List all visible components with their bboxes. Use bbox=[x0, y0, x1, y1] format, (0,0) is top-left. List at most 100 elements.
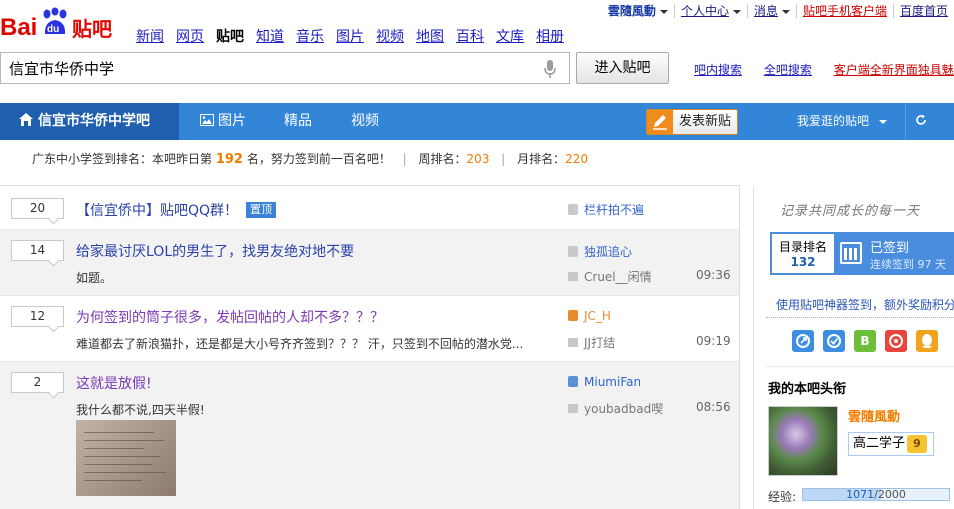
mobile-client-link[interactable]: 贴吧手机客户端 bbox=[795, 4, 893, 18]
divider bbox=[766, 366, 954, 367]
user-icon bbox=[568, 204, 578, 215]
thread-author[interactable]: 独孤追心 bbox=[568, 243, 632, 260]
last-replier-name: youbadbad喫 bbox=[584, 402, 664, 416]
right-sidebar: 记录共同成长的每一天 目录排名 132 已签到 连续签到 97 天 使用贴吧神器… bbox=[753, 186, 954, 509]
thread-title[interactable]: 为何签到的筒子很多，发帖回帖的人却不多？？？ bbox=[76, 307, 384, 327]
last-reply-time: 08:56 bbox=[696, 400, 731, 414]
author-name: MiumiFan bbox=[584, 375, 642, 389]
baidu-tieba-logo[interactable]: Bai du 贴吧 bbox=[0, 4, 122, 44]
nav-item-0[interactable]: 新闻 bbox=[136, 26, 164, 46]
app-sync-icon[interactable] bbox=[823, 330, 845, 352]
tab-pictures[interactable]: 图片 bbox=[200, 103, 246, 140]
reply-bubble-icon bbox=[568, 338, 578, 347]
thread-abstract: 我什么都不说,四天半假! bbox=[76, 403, 205, 417]
last-reply-time: 09:36 bbox=[696, 268, 731, 282]
reply-count: 12 bbox=[11, 306, 64, 327]
app-share-icon[interactable] bbox=[792, 330, 814, 352]
tab-featured[interactable]: 精品 bbox=[284, 103, 312, 140]
refresh-button[interactable] bbox=[905, 103, 935, 140]
messages-menu[interactable]: 消息 bbox=[746, 4, 796, 18]
signed-in-button[interactable]: 已签到 连续签到 97 天 bbox=[834, 234, 954, 273]
author-name: 栏杆拍不遍 bbox=[584, 203, 645, 217]
user-bar: 雲隨風動 个人中心 消息 贴吧手机客户端 百度首页 bbox=[602, 4, 954, 18]
nav-item-2[interactable]: 贴吧 bbox=[216, 26, 244, 46]
reply-count: 20 bbox=[11, 198, 64, 219]
paw-icon: du bbox=[43, 7, 67, 35]
forum-home-tab[interactable]: 信宜市华侨中学吧 bbox=[0, 103, 179, 140]
nav-item-8[interactable]: 百科 bbox=[456, 26, 484, 46]
sidebar-username[interactable]: 雲隨風動 bbox=[848, 406, 900, 425]
last-replier[interactable]: youbadbad喫 bbox=[568, 400, 663, 417]
exp-text: 1071/2000 bbox=[803, 489, 949, 500]
user-icon bbox=[568, 376, 578, 387]
client-promo-link[interactable]: 客户端全新界面独具魅力 bbox=[834, 61, 954, 78]
sign-rank[interactable]: 目录排名 132 bbox=[772, 234, 834, 273]
forum-nav: 信宜市华侨中学吧 图片 精品 视频 发表新贴 我爱逛的贴吧 bbox=[0, 103, 954, 140]
thread-abstract: 如题。 bbox=[76, 271, 113, 285]
sign-rank-line: 广东中小学签到排名：本吧昨日第 192 名，努力签到前一百名吧！ | 周排名：2… bbox=[32, 152, 589, 167]
last-replier-name: Cruel__闲情 bbox=[584, 270, 652, 284]
author-name: JC_H bbox=[584, 309, 611, 323]
thread-title-text: 【信宜侨中】贴吧QQ群！ bbox=[76, 203, 239, 219]
last-replier[interactable]: Cruel__闲情 bbox=[568, 268, 652, 285]
thread-author[interactable]: 栏杆拍不遍 bbox=[568, 201, 644, 218]
thread-author[interactable]: JC_H bbox=[568, 309, 611, 323]
rank-suffix: 名，努力签到前一百名吧！ bbox=[246, 152, 391, 166]
enter-forum-button[interactable]: 进入贴吧 bbox=[576, 52, 669, 84]
nav-item-5[interactable]: 图片 bbox=[336, 26, 364, 46]
tab-videos[interactable]: 视频 bbox=[351, 103, 379, 140]
thread-title[interactable]: 给家最讨厌LOL的男生了，找男友绝对地不要 bbox=[76, 241, 354, 261]
favorite-forums-label: 我爱逛的贴吧 bbox=[797, 114, 870, 128]
in-forum-search-link[interactable]: 吧内搜索 bbox=[694, 61, 742, 78]
nav-item-4[interactable]: 音乐 bbox=[296, 26, 324, 46]
new-post-button[interactable]: 发表新贴 bbox=[646, 109, 738, 135]
last-replier-name: JJ打结 bbox=[584, 336, 616, 350]
search-input[interactable] bbox=[9, 54, 529, 82]
app-b-icon[interactable]: B bbox=[854, 330, 876, 352]
personal-center-menu[interactable]: 个人中心 bbox=[673, 4, 747, 18]
chevron-down-icon bbox=[879, 119, 888, 124]
homepage-link[interactable]: 百度首页 bbox=[892, 4, 954, 18]
rank-value: 192 bbox=[215, 152, 243, 167]
nav-item-10[interactable]: 相册 bbox=[536, 26, 564, 46]
level-title[interactable]: 高二学子 9 bbox=[848, 432, 934, 456]
thread-list: 20 【信宜侨中】贴吧QQ群！ 置顶 栏杆拍不遍 14 给家最讨厌LOL的男生了，… bbox=[0, 185, 740, 509]
app-target-icon[interactable] bbox=[885, 330, 907, 352]
thread-item: 12 为何签到的筒子很多，发帖回帖的人却不多？？？ 难道都去了新浪猫扑，还是都是… bbox=[0, 296, 739, 362]
sign-tool-tip-link[interactable]: 使用贴吧神器签到，额外奖励积分 bbox=[776, 296, 954, 313]
exp-current: 1071 bbox=[846, 488, 875, 501]
picture-icon bbox=[200, 114, 214, 126]
chevron-down-icon bbox=[732, 9, 741, 14]
signed-days: 连续签到 97 天 bbox=[870, 258, 946, 271]
forum-name: 信宜市华侨中学吧 bbox=[38, 113, 150, 129]
nav-item-9[interactable]: 文库 bbox=[496, 26, 524, 46]
username-menu[interactable]: 雲隨風動 bbox=[602, 4, 674, 18]
reply-bubble-icon bbox=[568, 404, 578, 413]
global-search-link[interactable]: 全吧搜索 bbox=[764, 61, 812, 78]
thread-author[interactable]: MiumiFan bbox=[568, 375, 641, 389]
logo-tieba: 贴吧 bbox=[72, 17, 112, 41]
signed-label: 已签到 bbox=[870, 241, 910, 256]
pencil-icon bbox=[647, 110, 673, 134]
nav-item-6[interactable]: 视频 bbox=[376, 26, 404, 46]
tab-pictures-label: 图片 bbox=[218, 113, 246, 129]
nav-item-3[interactable]: 知道 bbox=[256, 26, 284, 46]
avatar[interactable] bbox=[768, 406, 838, 476]
thread-title[interactable]: 这就是放假! bbox=[76, 373, 152, 393]
thread-abstract: 难道都去了新浪猫扑，还是都是大小号齐齐签到？？？ 汗，只签到不回帖的潜水党... bbox=[76, 337, 524, 351]
sign-in-box: 目录排名 132 已签到 连续签到 97 天 bbox=[770, 232, 954, 275]
exp-progress-bar: 1071/2000 bbox=[802, 488, 950, 501]
app-qq-icon[interactable] bbox=[916, 330, 938, 352]
monthly-rank-value: 220 bbox=[565, 152, 589, 166]
user-icon bbox=[568, 246, 578, 257]
nav-item-7[interactable]: 地图 bbox=[416, 26, 444, 46]
last-replier[interactable]: JJ打结 bbox=[568, 334, 615, 351]
reply-bubble-icon bbox=[568, 272, 578, 281]
nav-item-1[interactable]: 网页 bbox=[176, 26, 204, 46]
favorite-forums-menu[interactable]: 我爱逛的贴吧 bbox=[797, 103, 888, 140]
microphone-icon[interactable] bbox=[543, 59, 557, 79]
exp-label: 经验: bbox=[768, 490, 797, 504]
thread-item: 20 【信宜侨中】贴吧QQ群！ 置顶 栏杆拍不遍 bbox=[0, 186, 739, 230]
thread-thumbnail-image[interactable] bbox=[76, 420, 176, 496]
thread-title[interactable]: 【信宜侨中】贴吧QQ群！ 置顶 bbox=[76, 200, 277, 220]
